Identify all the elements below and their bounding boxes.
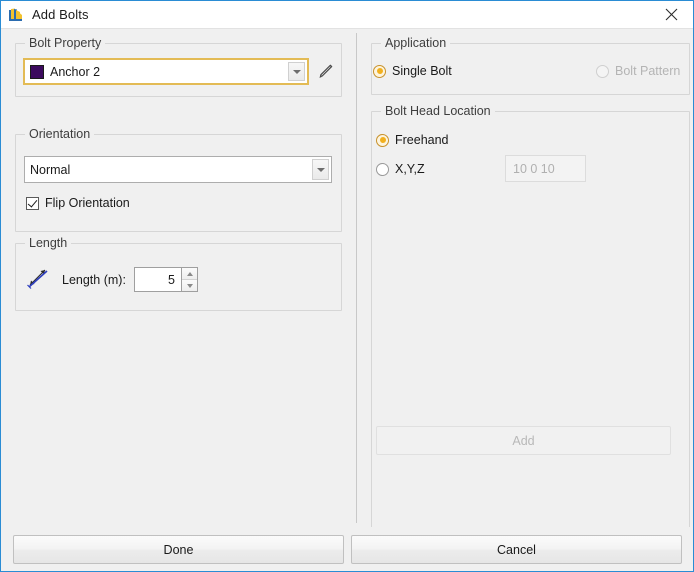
chevron-down-icon	[187, 284, 193, 288]
radio-xyz[interactable]: X,Y,Z	[376, 162, 425, 176]
length-input[interactable]: 5	[134, 267, 181, 292]
radio-single-bolt[interactable]: Single Bolt	[373, 64, 452, 78]
pencil-icon	[316, 61, 336, 81]
right-pane: Application Single Bolt Bolt Pattern Bol…	[357, 29, 693, 527]
bolt-property-dropdown-button[interactable]	[288, 62, 305, 81]
radio-bolt-pattern: Bolt Pattern	[596, 64, 680, 78]
orientation-selected-label: Normal	[30, 163, 70, 177]
left-pane: Bolt Property Anchor 2	[1, 29, 356, 527]
bolt-property-group-title: Bolt Property	[25, 36, 105, 50]
add-bolts-dialog: Add Bolts Bolt Property Anchor 2	[0, 0, 694, 572]
orientation-dropdown-button[interactable]	[312, 159, 329, 180]
flip-orientation-checkbox-row[interactable]: Flip Orientation	[26, 196, 130, 210]
radio-xyz-indicator[interactable]	[376, 163, 389, 176]
radio-bolt-pattern-label: Bolt Pattern	[615, 64, 680, 78]
chevron-down-icon	[293, 70, 301, 74]
radio-freehand-label: Freehand	[395, 133, 449, 147]
orientation-combobox[interactable]: Normal	[24, 156, 332, 183]
radio-freehand[interactable]: Freehand	[376, 133, 449, 147]
done-button[interactable]: Done	[13, 535, 344, 564]
bolt-slope-icon	[7, 6, 25, 24]
orientation-group: Orientation	[15, 134, 342, 232]
add-button[interactable]: Add	[376, 426, 671, 455]
flip-orientation-checkbox[interactable]	[26, 197, 39, 210]
length-group-title: Length	[25, 236, 71, 250]
chevron-up-icon	[187, 272, 193, 276]
length-label: Length (m):	[62, 273, 126, 287]
bolt-property-edit-button[interactable]	[316, 61, 336, 81]
radio-single-bolt-indicator[interactable]	[373, 65, 386, 78]
bolt-property-selected-label: Anchor 2	[50, 65, 100, 79]
length-spinner[interactable]: 5	[134, 267, 198, 292]
radio-freehand-indicator[interactable]	[376, 134, 389, 147]
bolt-head-location-group-title: Bolt Head Location	[381, 104, 495, 118]
window-title: Add Bolts	[32, 7, 89, 22]
radio-single-bolt-label: Single Bolt	[392, 64, 452, 78]
close-icon	[665, 8, 678, 21]
bolt-property-color-swatch	[30, 65, 44, 79]
radio-bolt-pattern-indicator	[596, 65, 609, 78]
radio-xyz-label: X,Y,Z	[395, 162, 425, 176]
title-bar: Add Bolts	[1, 1, 693, 28]
flip-orientation-label: Flip Orientation	[45, 196, 130, 210]
cancel-button[interactable]: Cancel	[351, 535, 682, 564]
length-spinner-down-button[interactable]	[182, 279, 197, 291]
bolt-property-combobox[interactable]: Anchor 2	[23, 58, 309, 85]
dialog-body: Bolt Property Anchor 2	[1, 28, 693, 527]
orientation-combobox-value-area: Normal	[25, 157, 312, 182]
xyz-coordinates-input[interactable]: 10 0 10	[505, 155, 586, 182]
close-button[interactable]	[649, 1, 693, 27]
application-group-title: Application	[381, 36, 450, 50]
chevron-down-icon	[317, 168, 325, 172]
length-arrow-icon	[25, 265, 51, 291]
length-spinner-buttons[interactable]	[181, 267, 198, 292]
bolt-property-combobox-value-area: Anchor 2	[25, 60, 288, 83]
length-spinner-up-button[interactable]	[182, 268, 197, 279]
orientation-group-title: Orientation	[25, 127, 94, 141]
dialog-footer: Done Cancel	[1, 527, 693, 571]
